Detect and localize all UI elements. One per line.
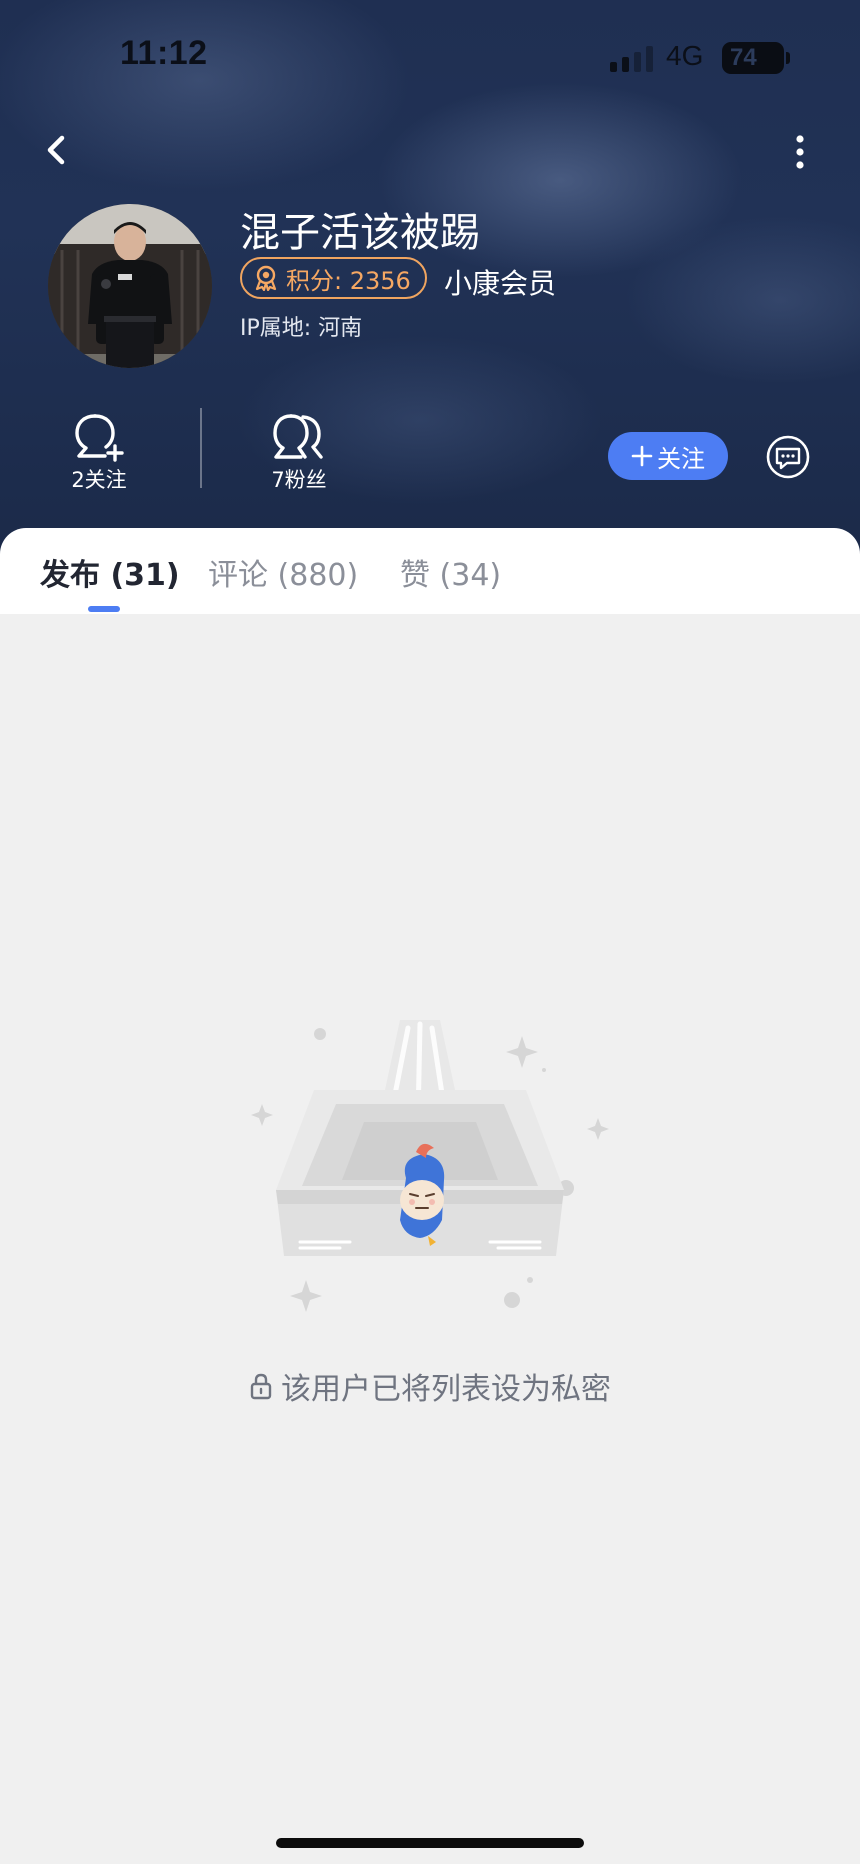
- battery-cap: [786, 52, 790, 64]
- member-level[interactable]: 小康会员: [444, 262, 556, 302]
- following-stat[interactable]: 2关注: [34, 412, 164, 494]
- signal-icon: [610, 46, 653, 72]
- plus-icon: [631, 445, 653, 467]
- profile-header: 11:12 4G 74 混子活该被踢 积分: 2356 小康会员 IP属地: 河…: [0, 0, 860, 560]
- medal-icon: [255, 265, 277, 291]
- tab-posts[interactable]: 发布 (31): [40, 550, 180, 594]
- followers-stat[interactable]: 7粉丝: [234, 412, 364, 494]
- more-vertical-icon[interactable]: [784, 132, 816, 172]
- battery-level: 74: [730, 44, 757, 71]
- avatar[interactable]: [48, 204, 212, 368]
- users-icon: [273, 414, 323, 459]
- tab-comments[interactable]: 评论 (880): [208, 550, 358, 594]
- followers-count: 7粉丝: [271, 468, 327, 492]
- tab-indicator: [88, 606, 120, 612]
- avatar-photo: [48, 204, 212, 368]
- chat-bubble-icon[interactable]: [766, 435, 810, 479]
- status-time: 11:12: [120, 34, 208, 72]
- chevron-left-icon[interactable]: [38, 130, 74, 170]
- points-badge[interactable]: 积分: 2356: [240, 257, 427, 299]
- ip-location: IP属地: 河南: [240, 316, 363, 341]
- tab-likes[interactable]: 赞 (34): [400, 550, 501, 594]
- follow-label: 关注: [657, 444, 705, 473]
- home-indicator[interactable]: [276, 1838, 584, 1848]
- username: 混子活该被踢: [240, 210, 480, 256]
- private-notice: 该用户已将列表设为私密: [0, 1364, 860, 1408]
- lock-icon: [250, 1373, 272, 1400]
- stats-divider: [200, 408, 202, 488]
- user-plus-icon: [75, 414, 124, 462]
- battery-icon: 74: [722, 42, 784, 74]
- network-type: 4G: [666, 40, 704, 71]
- private-message: 该用户已将列表设为私密: [281, 1372, 611, 1407]
- follow-button[interactable]: 关注: [608, 432, 728, 480]
- points-label: 积分: 2356: [286, 266, 411, 295]
- profile-tabs: 发布 (31) 评论 (880) 赞 (34): [0, 528, 860, 614]
- empty-box-illustration: [251, 1020, 609, 1312]
- following-count: 2关注: [71, 468, 127, 492]
